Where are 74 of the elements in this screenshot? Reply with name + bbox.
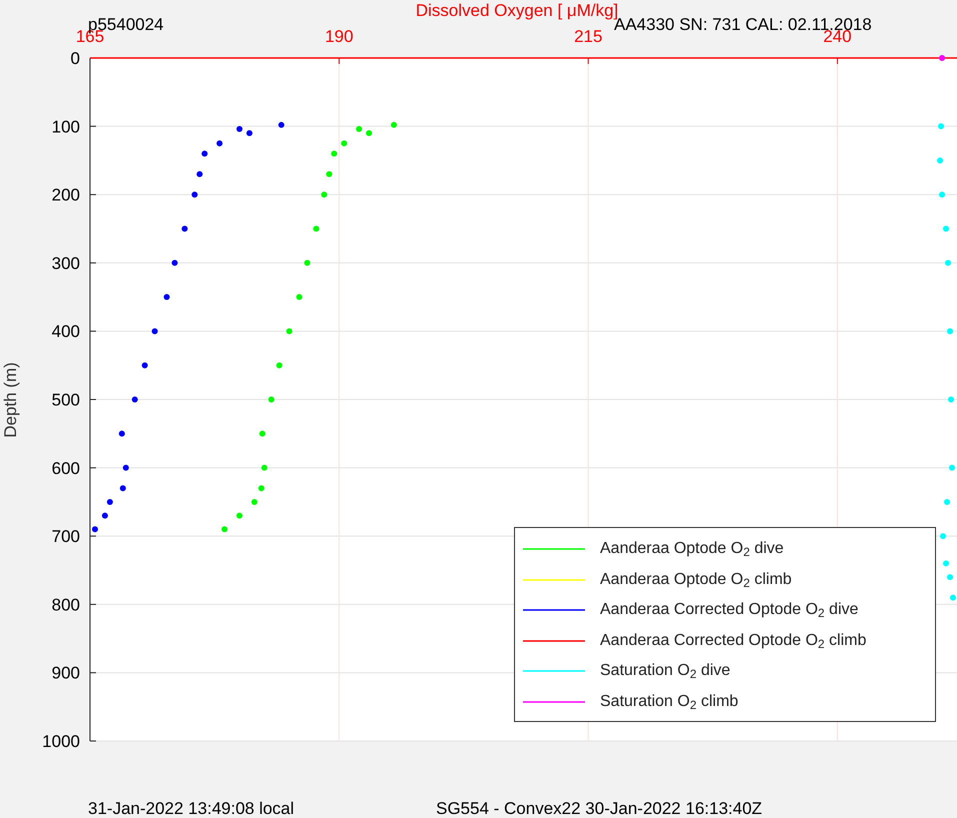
- point: [938, 123, 944, 130]
- point: [122, 464, 129, 471]
- axis-tick-label: 215: [574, 27, 602, 46]
- point: [943, 226, 950, 232]
- axis-tick-label: 800: [52, 595, 80, 614]
- axis-title: Depth (m): [1, 362, 20, 438]
- point: [286, 328, 292, 334]
- plot-subtitle: SG554 - Convex22 30-Jan-2022 16:13:40Z: [436, 799, 762, 818]
- point: [296, 294, 302, 300]
- axis-tick-label: 200: [52, 186, 80, 205]
- point: [192, 192, 198, 198]
- point: [278, 122, 284, 128]
- axis-tick-label: 700: [52, 527, 80, 546]
- point: [259, 430, 266, 437]
- legend-label: Saturation O$_{2}$ dive: [600, 661, 730, 684]
- point: [947, 574, 954, 580]
- point: [313, 226, 320, 232]
- point: [202, 150, 208, 157]
- legend-label: Saturation O$_{2}$ climb: [600, 692, 738, 714]
- point: [276, 362, 282, 368]
- point: [246, 130, 252, 136]
- legend-label: Aanderaa Optode O$_{2}$ climb: [600, 570, 792, 592]
- point: [236, 512, 242, 519]
- point: [390, 122, 397, 128]
- point: [331, 150, 338, 157]
- point: [182, 226, 188, 232]
- point: [949, 464, 956, 471]
- point: [216, 140, 223, 146]
- point: [222, 526, 228, 532]
- axis-tick-label: 300: [52, 254, 80, 273]
- axis-tick-label: 400: [52, 322, 80, 342]
- point: [261, 464, 268, 471]
- point: [92, 526, 98, 532]
- axis-tick-label: 0: [70, 49, 80, 68]
- point: [940, 533, 946, 540]
- legend-label: Aanderaa Optode O$_{2}$ dive: [600, 539, 784, 562]
- point: [947, 328, 954, 334]
- point: [120, 485, 126, 492]
- point: [164, 294, 170, 300]
- point: [944, 498, 950, 505]
- point: [937, 157, 944, 164]
- point: [356, 126, 362, 132]
- point: [196, 171, 203, 178]
- point: [366, 130, 372, 136]
- point: [321, 192, 328, 198]
- axis-tick-label: 1000: [42, 732, 80, 751]
- point: [102, 512, 108, 519]
- axis-tick-label: 500: [52, 390, 80, 410]
- point: [236, 126, 242, 132]
- axis-tick-label: 900: [52, 664, 80, 683]
- point: [132, 396, 138, 402]
- point: [950, 594, 956, 601]
- point: [142, 362, 148, 368]
- legend-label: Aanderaa Corrected Optode O$_{2}$ dive: [600, 600, 858, 622]
- point: [258, 485, 264, 492]
- axis-tick-label: 190: [324, 27, 354, 46]
- legend-label: Aanderaa Corrected Optode O$_{2}$ climb: [600, 630, 866, 653]
- point: [106, 498, 113, 505]
- point: [118, 430, 125, 437]
- point: [304, 260, 310, 266]
- point: [939, 192, 946, 198]
- point: [943, 560, 950, 566]
- point: [172, 260, 178, 266]
- timestamp: 31-Jan-2022 13:49:08 local: [88, 799, 294, 818]
- point: [945, 260, 952, 266]
- point: [251, 498, 258, 505]
- axis-tick-label: 100: [52, 117, 80, 136]
- axis-tick-label: 600: [52, 458, 80, 478]
- point: [341, 140, 348, 146]
- point: [152, 328, 158, 334]
- point: [268, 396, 274, 402]
- point: [326, 171, 332, 178]
- axis-title: Dissolved Oxygen [ μM/kg]: [416, 1, 618, 20]
- point: [948, 396, 954, 402]
